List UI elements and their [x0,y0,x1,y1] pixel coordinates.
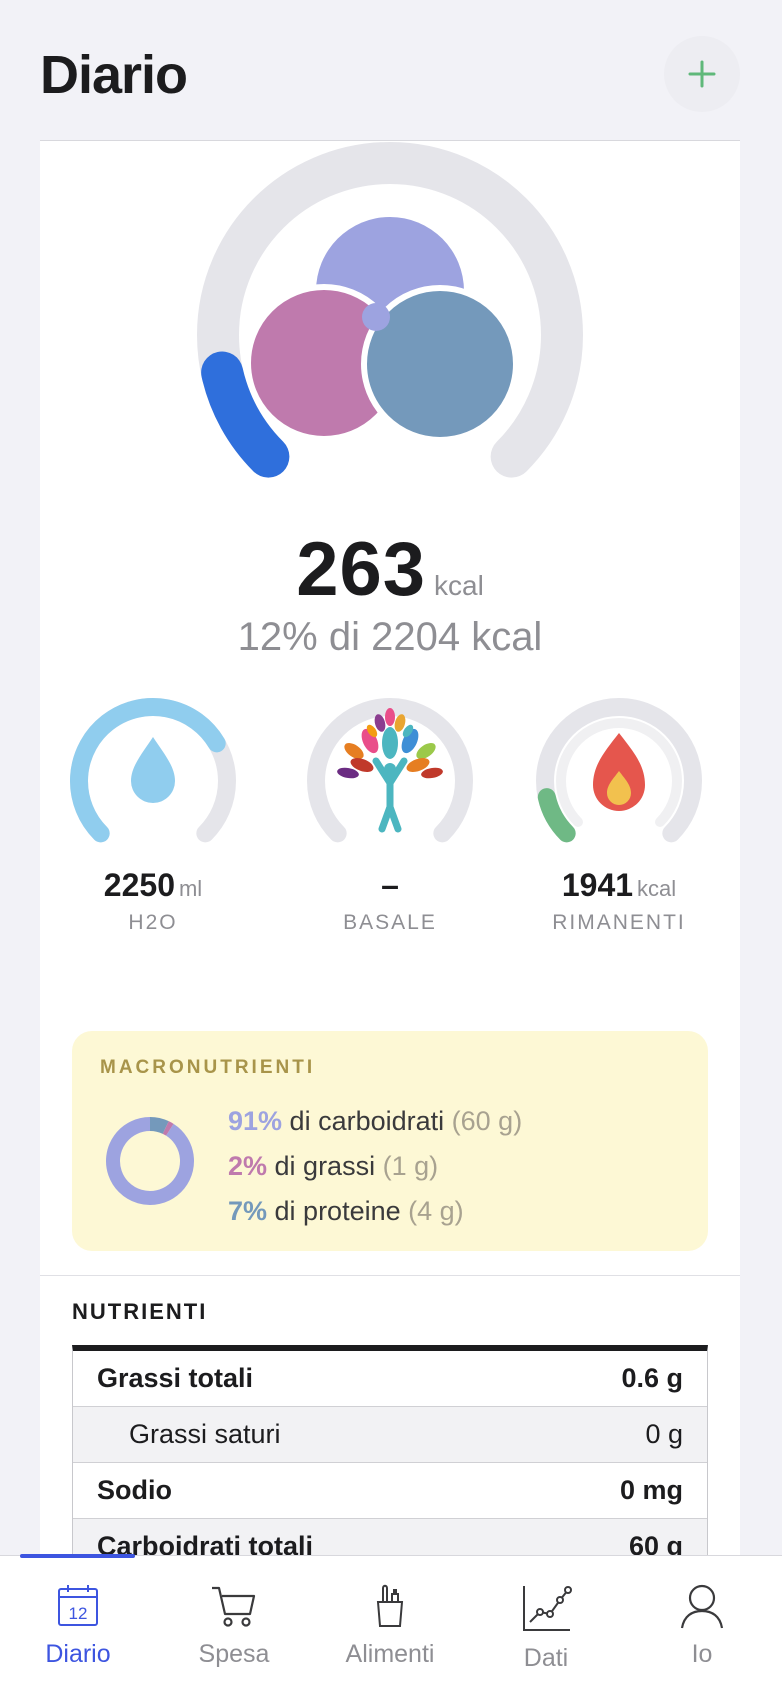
macro-protein: 7% di proteine (4 g) [228,1189,522,1234]
macro-carbs-text: di carboidrati [282,1106,445,1136]
tab-io[interactable]: Io [624,1556,780,1688]
macro-title: MACRONUTRIENTI [100,1057,316,1078]
macro-protein-grams: (4 g) [408,1196,464,1226]
macro-donut-chart [106,1117,194,1205]
basal-label: BASALE [343,911,437,934]
person-icon [680,1584,724,1629]
calendar-day: 12 [69,1604,88,1623]
tab-label: Io [691,1640,713,1668]
chart-icon [523,1586,572,1631]
water-drop-icon [131,737,175,803]
remaining-ring [536,698,702,843]
nutrient-value: 0 mg [619,1475,683,1505]
water-label: H2O [128,911,178,934]
tab-label: Diario [45,1640,111,1668]
water-unit: ml [178,876,203,901]
nutrient-label: Grassi totali [97,1363,254,1393]
macro-fat-pct: 2% [228,1151,268,1181]
donut-segment [149,1117,169,1135]
basal-gauge[interactable]: – BASALE [290,681,490,934]
table-row: Grassi saturi 0 g [73,1407,707,1463]
donut-segment [106,1117,194,1205]
cart-icon [212,1586,256,1627]
nutrients-table: Grassi totali 0.6 g Grassi saturi 0 g So… [72,1345,708,1560]
basal-ring [307,698,473,843]
remaining-unit: kcal [637,876,677,901]
macro-fat-text: di grassi [267,1151,376,1181]
macro-fat-grams: (1 g) [382,1151,439,1181]
nutrient-label: Sodio [97,1475,172,1505]
macro-carbs-pct: 91% [228,1106,283,1136]
tab-alimenti[interactable]: Alimenti [312,1556,468,1688]
macro-carbs: 91% di carboidrati (60 g) [228,1099,522,1144]
nutrient-value: 0.6 g [621,1363,683,1393]
tab-diario[interactable]: 12 Diario [0,1556,156,1688]
tab-bar: 12 Diario Spesa Alimenti Dati Io [0,1554,782,1688]
water-gauge[interactable]: 2250 ml H2O [53,681,253,934]
macro-protein-pct: 7% [228,1196,268,1226]
plus-icon [688,60,716,88]
energy-kcal-unit: kcal [434,570,484,601]
remaining-value: 1941 [561,867,634,903]
remaining-gauge[interactable]: 1941 kcal RIMANENTI [519,681,719,934]
macro-carbs-grams: (60 g) [451,1106,523,1136]
nutrient-value: 0 g [645,1419,683,1449]
nutrients-title: NUTRIENTI [72,1299,208,1324]
tab-label: Spesa [198,1640,270,1668]
energy-kcal-value: 263 [296,527,426,612]
groceries-icon [376,1584,404,1627]
flame-icon [593,733,645,811]
nutrient-label: Grassi saturi [129,1419,281,1449]
diary-card: 263 kcal 12% di 2204 kcal 2250 ml H2O – … [40,140,740,1560]
donut-segment [162,1121,174,1136]
energy-subtitle: 12% di 2204 kcal [237,615,543,659]
macro-list: 91% di carboidrati (60 g) 2% di grassi (… [228,1099,522,1234]
remaining-label: RIMANENTI [552,911,686,934]
tab-dati[interactable]: Dati [468,1556,624,1688]
calendar-icon: 12 [58,1585,98,1626]
water-ring [70,698,236,843]
macro-protein-text: di proteine [267,1196,401,1226]
macro-fat: 2% di grassi (1 g) [228,1144,522,1189]
energy-value: 263 kcal [40,526,740,613]
table-row: Carboidrati totali 60 g [73,1519,707,1560]
basal-value: – [381,867,399,903]
water-value: 2250 [103,867,175,903]
tab-label: Alimenti [345,1640,435,1668]
page-title: Diario [40,45,188,105]
section-divider [40,1275,740,1276]
app-logo-icon [245,217,519,443]
add-button[interactable] [664,36,740,112]
energy-ring [197,142,583,478]
tab-label: Dati [523,1644,569,1672]
macronutrients-card[interactable]: MACRONUTRIENTI 91% di carboidrati (60 g)… [72,1031,708,1251]
tab-spesa[interactable]: Spesa [156,1556,312,1688]
header: Diario [0,0,782,140]
table-row: Grassi totali 0.6 g [73,1351,707,1407]
table-row: Sodio 0 mg [73,1463,707,1519]
